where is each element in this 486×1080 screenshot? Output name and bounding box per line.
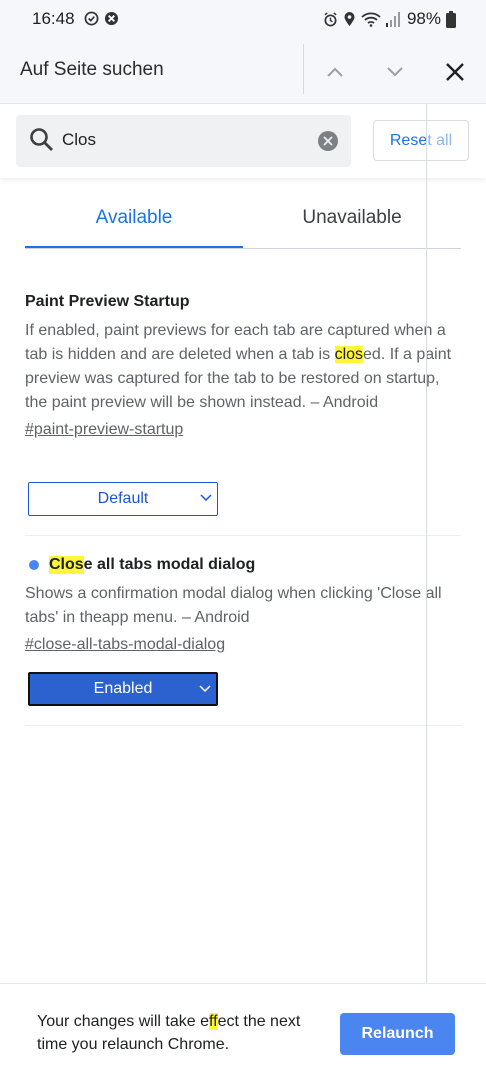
signal-icon	[385, 11, 400, 27]
relaunch-message: Your changes will take effect the next t…	[37, 1010, 327, 1056]
chevron-down-icon	[200, 494, 212, 502]
experiment-state-select[interactable]: Enabled	[28, 672, 218, 706]
search-highlight: clos	[334, 346, 364, 363]
find-in-page-title: Auf Seite suchen	[20, 59, 164, 80]
chevron-down-icon	[199, 685, 211, 693]
status-bar: 16:48 98%	[0, 0, 486, 40]
overlay-guide-line	[426, 104, 427, 1080]
search-input[interactable]	[62, 125, 312, 155]
reset-all-label: Rese	[389, 132, 428, 149]
select-value: Default	[97, 490, 149, 507]
experiment-select-wrap: Enabled	[25, 672, 461, 706]
select-value: Enabled	[93, 680, 153, 697]
find-close-button[interactable]	[437, 54, 473, 90]
relaunch-bar: Your changes will take effect the next t…	[0, 983, 486, 1080]
experiment-state-select[interactable]: Default	[28, 482, 218, 516]
status-time: 16:48	[32, 9, 75, 28]
experiment-close-all-tabs-modal-dialog: Clos e all tabs modal dialog Shows a conf…	[25, 556, 461, 654]
search-highlight: Clos	[49, 556, 84, 574]
experiment-select-wrap: Default	[25, 482, 461, 516]
search-icon	[30, 128, 53, 151]
relaunch-message-text: Your changes will take e	[37, 1013, 209, 1030]
relaunch-button[interactable]: Relaunch	[340, 1013, 455, 1055]
experiment-divider	[25, 535, 461, 536]
experiment-paint-preview-startup: Paint Preview Startup If enabled, paint …	[25, 293, 461, 439]
flags-search-row: Reset all	[0, 104, 486, 178]
experiment-divider	[25, 725, 461, 726]
battery-icon	[446, 10, 456, 28]
check-circle-icon	[84, 11, 99, 26]
search-box	[16, 115, 351, 167]
experiment-permalink[interactable]: #paint-preview-startup	[25, 421, 183, 439]
reset-all-label-faded: t all	[427, 132, 453, 149]
experiment-title: Paint Preview Startup	[25, 293, 190, 310]
find-previous-button[interactable]	[317, 54, 353, 90]
experiment-description: If enabled, paint previews for each tab …	[25, 319, 461, 415]
clear-icon	[323, 136, 333, 146]
experiment-title: Clos e all tabs modal dialog	[25, 556, 461, 574]
find-bar-divider	[303, 44, 304, 94]
modified-indicator-dot	[29, 560, 39, 570]
clear-search-button[interactable]	[318, 131, 338, 151]
wifi-icon	[361, 12, 381, 27]
location-icon	[344, 12, 355, 26]
do-not-disturb-icon	[104, 11, 119, 26]
tab-available[interactable]: Available	[25, 188, 243, 248]
tab-unavailable[interactable]: Unavailable	[243, 188, 461, 248]
experiment-description: Shows a confirmation modal dialog when c…	[25, 585, 442, 626]
search-highlight: ff	[208, 1013, 218, 1030]
experiment-permalink[interactable]: #close-all-tabs-modal-dialog	[25, 636, 225, 654]
chevron-up-icon	[327, 67, 343, 77]
find-next-button[interactable]	[377, 54, 413, 90]
battery-percent: 98%	[406, 9, 441, 28]
chevron-down-icon	[387, 67, 403, 77]
close-icon	[446, 63, 464, 81]
flags-tabs: Available Unavailable	[25, 188, 461, 249]
experiment-title-rest: e all tabs modal dialog	[83, 556, 256, 573]
alarm-icon	[324, 11, 337, 26]
reset-all-button[interactable]: Reset all	[373, 120, 469, 161]
status-right-group: 98%	[323, 9, 456, 29]
find-in-page-bar: Auf Seite suchen	[0, 40, 486, 104]
